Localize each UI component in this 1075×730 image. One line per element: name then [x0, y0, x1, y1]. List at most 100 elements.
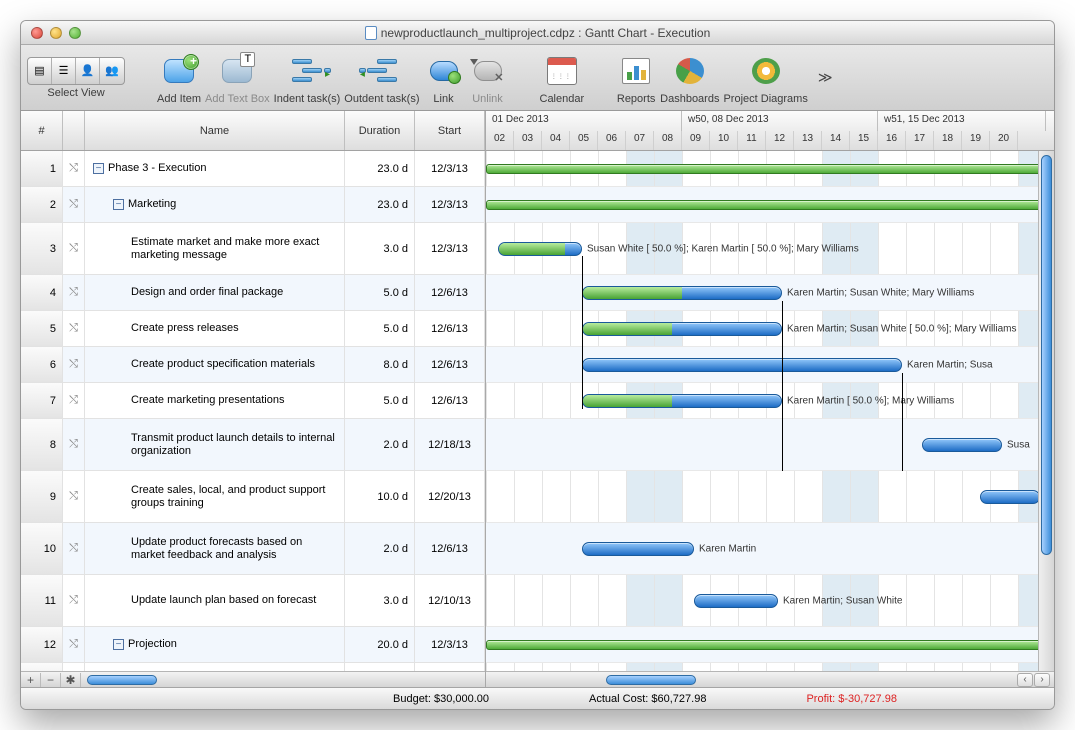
task-row[interactable]: 10⤭Update product forecasts based on mar… — [21, 523, 485, 575]
row-flags-icon[interactable]: ⤭ — [63, 471, 85, 522]
header-num[interactable]: # — [21, 111, 63, 150]
header-start[interactable]: Start — [415, 111, 485, 150]
task-row[interactable]: 7⤭Create marketing presentations5.0 d12/… — [21, 383, 485, 419]
task-duration[interactable]: 20.0 d — [345, 663, 415, 671]
task-start[interactable]: 12/18/13 — [415, 419, 485, 470]
grid-hscroll-thumb[interactable] — [87, 675, 157, 685]
row-flags-icon[interactable]: ⤭ — [63, 151, 85, 186]
task-duration[interactable]: 3.0 d — [345, 223, 415, 274]
header-duration[interactable]: Duration — [345, 111, 415, 150]
collapse-toggle[interactable]: − — [93, 163, 104, 174]
task-bar[interactable]: Karen Martin; Susan White — [694, 594, 778, 608]
task-name-cell[interactable]: −Phase 3 - Execution — [85, 151, 345, 186]
task-start[interactable]: 12/3/13 — [415, 151, 485, 186]
timeline-row[interactable] — [486, 471, 1054, 523]
summary-bar[interactable] — [486, 164, 1046, 174]
task-bar[interactable]: Karen Martin — [582, 542, 694, 556]
task-row[interactable]: 1⤭−Phase 3 - Execution23.0 d12/3/13 — [21, 151, 485, 187]
zoom-out-button[interactable]: ‹ — [1017, 673, 1033, 687]
row-flags-icon[interactable]: ⤭ — [63, 627, 85, 662]
task-bar[interactable]: Karen Martin [ 50.0 %]; Mary Williams — [582, 394, 782, 408]
add-text-box-button[interactable]: Add Text Box — [205, 51, 270, 105]
timeline-row[interactable]: Karen Martin; Susa — [486, 347, 1054, 383]
task-duration[interactable]: 10.0 d — [345, 471, 415, 522]
timeline-hscroll-thumb[interactable] — [606, 675, 696, 685]
task-start[interactable]: 12/10/13 — [415, 575, 485, 626]
collapse-toggle[interactable]: − — [113, 639, 124, 650]
task-bar[interactable]: Susan White [ 50.0 %]; Karen Martin [ 50… — [498, 242, 582, 256]
task-row[interactable]: 11⤭Update launch plan based on forecast3… — [21, 575, 485, 627]
task-duration[interactable]: 23.0 d — [345, 151, 415, 186]
calendar-button[interactable]: Calendar — [540, 51, 585, 105]
task-bar[interactable]: Karen Martin; Susan White; Mary Williams — [582, 286, 782, 300]
task-row[interactable]: 12⤭−Projection20.0 d12/3/13 — [21, 627, 485, 663]
view-icon-group[interactable]: 👥 — [100, 58, 124, 84]
header-name[interactable]: Name — [85, 111, 345, 150]
timeline-row[interactable] — [486, 627, 1054, 663]
add-item-button[interactable]: Add Item — [157, 51, 201, 105]
task-bar[interactable]: Karen Martin; Susan White [ 50.0 %]; Mar… — [582, 322, 782, 336]
add-row-button[interactable]: + — [21, 673, 41, 687]
row-flags-icon[interactable]: ⤭ — [63, 311, 85, 346]
timeline-row[interactable]: Karen Martin — [486, 523, 1054, 575]
task-duration[interactable]: 2.0 d — [345, 523, 415, 574]
task-duration[interactable]: 5.0 d — [345, 311, 415, 346]
task-row[interactable]: 4⤭Design and order final package5.0 d12/… — [21, 275, 485, 311]
select-view-segmented[interactable]: ▤ ☰ 👤 👥 — [27, 57, 125, 85]
timeline-row[interactable]: Karen Martin; Susan White — [486, 575, 1054, 627]
zoom-in-button[interactable]: › — [1034, 673, 1050, 687]
project-diagrams-button[interactable]: Project Diagrams — [723, 51, 807, 105]
row-flags-icon[interactable]: ⤭ — [63, 275, 85, 310]
timeline-row[interactable]: Karen Martin; Susan White; Mary Williams — [486, 275, 1054, 311]
window-close-button[interactable] — [31, 27, 43, 39]
timeline-row[interactable] — [486, 663, 1054, 671]
task-start[interactable]: 12/6/13 — [415, 275, 485, 310]
task-name-cell[interactable]: Design and order final package — [85, 275, 345, 310]
dashboards-button[interactable]: Dashboards — [660, 51, 719, 105]
task-row[interactable]: 13⤭Complete and test product20.0 d12/3/1… — [21, 663, 485, 671]
task-start[interactable]: 12/3/13 — [415, 223, 485, 274]
vscroll-thumb[interactable] — [1041, 155, 1052, 555]
view-icon-list[interactable]: ☰ — [52, 58, 76, 84]
task-name-cell[interactable]: Update product forecasts based on market… — [85, 523, 345, 574]
timeline-row[interactable]: Karen Martin; Susan White [ 50.0 %]; Mar… — [486, 311, 1054, 347]
task-name-cell[interactable]: Estimate market and make more exact mark… — [85, 223, 345, 274]
timeline-body[interactable]: Susan White [ 50.0 %]; Karen Martin [ 50… — [486, 151, 1054, 671]
task-name-cell[interactable]: −Projection — [85, 627, 345, 662]
reports-button[interactable]: Reports — [616, 51, 656, 105]
timeline-row[interactable]: Karen Martin [ 50.0 %]; Mary Williams — [486, 383, 1054, 419]
task-start[interactable]: 12/3/13 — [415, 663, 485, 671]
row-flags-icon[interactable]: ⤭ — [63, 419, 85, 470]
link-button[interactable]: Link — [424, 51, 464, 105]
task-name-cell[interactable]: −Marketing — [85, 187, 345, 222]
row-flags-icon[interactable]: ⤭ — [63, 187, 85, 222]
timeline-row[interactable] — [486, 187, 1054, 223]
task-start[interactable]: 12/20/13 — [415, 471, 485, 522]
timeline-row[interactable] — [486, 151, 1054, 187]
timeline-row[interactable]: Susan White [ 50.0 %]; Karen Martin [ 50… — [486, 223, 1054, 275]
task-start[interactable]: 12/6/13 — [415, 347, 485, 382]
task-duration[interactable]: 8.0 d — [345, 347, 415, 382]
task-row[interactable]: 8⤭Transmit product launch details to int… — [21, 419, 485, 471]
task-name-cell[interactable]: Update launch plan based on forecast — [85, 575, 345, 626]
row-flags-icon[interactable]: ⤭ — [63, 575, 85, 626]
row-flags-icon[interactable]: ⤭ — [63, 223, 85, 274]
summary-bar[interactable] — [486, 640, 1046, 650]
view-icon-folder[interactable]: ▤ — [28, 58, 52, 84]
header-flags[interactable] — [63, 111, 85, 150]
task-name-cell[interactable]: Create product specification materials — [85, 347, 345, 382]
indent-button[interactable]: ▸ Indent task(s) — [274, 51, 341, 105]
task-duration[interactable]: 3.0 d — [345, 575, 415, 626]
row-flags-icon[interactable]: ⤭ — [63, 523, 85, 574]
vertical-scrollbar[interactable] — [1038, 151, 1054, 671]
grid-options-button[interactable]: ✱ — [61, 673, 81, 687]
window-minimize-button[interactable] — [50, 27, 62, 39]
task-bar[interactable]: Susa — [922, 438, 1002, 452]
task-start[interactable]: 12/6/13 — [415, 383, 485, 418]
row-flags-icon[interactable]: ⤭ — [63, 383, 85, 418]
task-duration[interactable]: 20.0 d — [345, 627, 415, 662]
task-name-cell[interactable]: Create marketing presentations — [85, 383, 345, 418]
task-duration[interactable]: 2.0 d — [345, 419, 415, 470]
task-duration[interactable]: 23.0 d — [345, 187, 415, 222]
task-start[interactable]: 12/6/13 — [415, 311, 485, 346]
